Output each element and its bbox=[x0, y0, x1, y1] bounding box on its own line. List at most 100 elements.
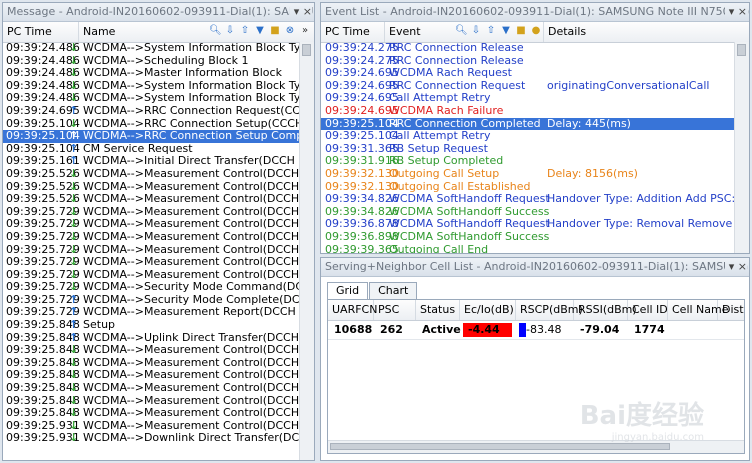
message-name: WCDMA-->Measurement Control(DCCH DL) bbox=[83, 255, 315, 269]
cell-hscroll-thumb[interactable] bbox=[330, 443, 670, 450]
event-panel-title: Event List - Android-IN20160602-093911-D… bbox=[321, 3, 749, 22]
event-details: Delay: 445(ms) bbox=[547, 116, 631, 130]
message-row[interactable]: 09:39:25.848 ↑ Setup bbox=[3, 318, 300, 332]
event-row[interactable]: 09:39:24.695 WCDMA Rach Request bbox=[321, 67, 735, 80]
message-scroll-thumb[interactable] bbox=[302, 44, 311, 56]
clear-icon[interactable]: ⊗ bbox=[284, 24, 296, 38]
event-details: Delay: 8156(ms) bbox=[547, 166, 638, 180]
lock-icon[interactable]: ■ bbox=[515, 24, 527, 38]
message-scrollbar[interactable] bbox=[299, 42, 314, 460]
event-time: 09:39:32.130 bbox=[325, 166, 399, 180]
col-cell-name[interactable]: Cell Name bbox=[668, 300, 729, 320]
message-row[interactable]: 09:39:25.729 ↓ WCDMA-->Measurement Control… bbox=[3, 229, 314, 244]
panel-menu-close-buttons[interactable]: ▾ × bbox=[289, 3, 312, 21]
event-panel: Event List - Android-IN20160602-093911-D… bbox=[320, 2, 750, 254]
downlink-arrow-icon: ↓ bbox=[69, 280, 79, 294]
event-row[interactable]: 09:39:25.104 Call Attempt Retry bbox=[321, 130, 735, 143]
cell-ecio: -4.44 bbox=[468, 323, 500, 336]
message-name: WCDMA-->Measurement Control(DCCH DL) bbox=[83, 166, 315, 180]
message-row[interactable]: 09:39:24.695 ↑ WCDMA-->RRC Connection Requ… bbox=[3, 103, 314, 118]
col-pc-time[interactable]: PC Time bbox=[3, 22, 79, 42]
col-ecio[interactable]: Ec/Io(dB) bbox=[460, 300, 516, 320]
downlink-arrow-icon: ↓ bbox=[69, 229, 79, 243]
message-list-header: PC Time Name 🔍︎ ⇩ ⇧ ▼ ■ ⊗ » bbox=[3, 22, 314, 43]
uplink-arrow-icon: ↑ bbox=[69, 103, 79, 117]
col-psc[interactable]: PSC bbox=[374, 300, 416, 320]
event-time: 09:39:25.104 bbox=[325, 129, 399, 143]
col-distance[interactable]: Dista bbox=[718, 300, 744, 320]
event-scroll-thumb[interactable] bbox=[737, 44, 746, 56]
more-icon[interactable]: » bbox=[299, 24, 311, 38]
message-name: WCDMA-->Security Mode Command(DCCH DL) bbox=[83, 280, 315, 294]
col-name[interactable]: Name bbox=[79, 22, 189, 42]
cell-rssi: -79.04 bbox=[580, 323, 620, 336]
message-row[interactable]: 09:39:25.526 ↓ WCDMA-->Measurement Control… bbox=[3, 192, 314, 206]
watermark-logo: Bai度经验 jingyan.baidu.com bbox=[580, 395, 704, 443]
event-scrollbar[interactable] bbox=[734, 42, 749, 253]
event-row[interactable]: 09:39:36.898 WCDMA SoftHandoff Success bbox=[321, 230, 735, 244]
message-row[interactable]: 09:39:25.526 ↓ WCDMA-->Measurement Control… bbox=[3, 167, 314, 181]
event-time: 09:39:39.365 bbox=[325, 242, 399, 254]
col-details[interactable]: Details bbox=[543, 22, 733, 42]
col-rssi[interactable]: RSSI(dBm) bbox=[574, 300, 637, 320]
col-rscp[interactable]: RSCP(dBm) bbox=[516, 300, 583, 320]
message-list: 09:39:24.486 ↓ WCDMA-->System Information … bbox=[3, 41, 314, 460]
search-icon[interactable]: 🔍︎ bbox=[209, 24, 222, 38]
message-row[interactable]: 09:39:25.729 ↓ WCDMA-->Measurement Control… bbox=[3, 255, 314, 269]
arrow-down-icon[interactable]: ⇩ bbox=[224, 24, 236, 38]
message-row[interactable]: 09:39:25.104 ↑ WCDMA-->RRC Connection Setu… bbox=[3, 129, 314, 143]
watermark-sub: jingyan.baidu.com bbox=[611, 432, 704, 443]
uplink-arrow-icon: ↑ bbox=[69, 129, 79, 143]
event-name: Outgoing Call End bbox=[389, 242, 489, 254]
message-row[interactable]: 09:39:24.486 ↓ WCDMA-->Master Information … bbox=[3, 67, 300, 80]
col-uarfcn[interactable]: UARFCN bbox=[328, 300, 377, 320]
event-row[interactable]: 09:39:24.275 RRC Connection Release bbox=[321, 41, 735, 55]
message-name: WCDMA-->System Information Block Type 19 bbox=[83, 41, 315, 54]
message-name: WCDMA-->RRC Connection Setup Complete (D… bbox=[83, 129, 314, 143]
message-row[interactable]: 09:39:25.848 ↓ WCDMA-->Measurement Control… bbox=[3, 344, 314, 357]
message-row[interactable]: 09:39:25.931 ↓ WCDMA-->Downlink Direct Tra… bbox=[3, 432, 314, 445]
arrow-up-icon[interactable]: ⇧ bbox=[485, 24, 497, 38]
col-status[interactable]: Status bbox=[416, 300, 460, 320]
search-icon[interactable]: 🔍︎ bbox=[455, 24, 468, 38]
message-panel: Message - Android-IN20160602-093911-Dial… bbox=[2, 2, 315, 461]
cell-panel: Serving+Neighbor Cell List - Android-IN2… bbox=[320, 257, 750, 461]
event-name: WCDMA Rach Failure bbox=[389, 103, 504, 117]
arrow-up-icon[interactable]: ⇧ bbox=[239, 24, 251, 38]
cell-rscp: -83.48 bbox=[526, 323, 562, 336]
tab-grid[interactable]: Grid bbox=[327, 282, 369, 300]
event-row[interactable]: 09:39:34.826 WCDMA SoftHandoff Request Han… bbox=[321, 193, 749, 206]
event-panel-title-text: Event List - Android-IN20160602-093911-D… bbox=[325, 5, 749, 18]
cell-panel-title: Serving+Neighbor Cell List - Android-IN2… bbox=[321, 258, 749, 277]
panel-menu-close-buttons[interactable]: ▾ × bbox=[724, 3, 747, 21]
alert-icon[interactable]: ● bbox=[530, 24, 542, 38]
cell-panel-title-text: Serving+Neighbor Cell List - Android-IN2… bbox=[325, 260, 749, 273]
message-name: Setup bbox=[83, 318, 116, 332]
cell-row[interactable]: 10688 262 Active -4.44 -83.48 -79.04 177… bbox=[328, 321, 744, 340]
arrow-down-icon[interactable]: ⇩ bbox=[470, 24, 482, 38]
message-row[interactable]: 09:39:25.848 ↓ WCDMA-->Measurement Control… bbox=[3, 381, 314, 395]
downlink-arrow-icon: ↓ bbox=[69, 192, 79, 206]
filter-icon[interactable]: ▼ bbox=[254, 24, 266, 38]
tab-chart[interactable]: Chart bbox=[369, 282, 418, 299]
message-row[interactable]: 09:39:25.729 ↓ WCDMA-->Security Mode Comma… bbox=[3, 280, 314, 294]
message-panel-title-text: Message - Android-IN20160602-093911-Dial… bbox=[7, 5, 314, 18]
message-row[interactable]: 09:39:24.486 ↓ WCDMA-->System Information … bbox=[3, 41, 314, 55]
event-row[interactable]: 09:39:24.695 WCDMA Rach Failure bbox=[321, 103, 735, 118]
cell-tabs: Grid Chart bbox=[327, 282, 418, 300]
event-row[interactable]: 09:39:32.130 Outgoing Call Setup Delay: 81… bbox=[321, 166, 735, 181]
event-row[interactable]: 09:39:39.365 Outgoing Call End bbox=[321, 242, 735, 254]
message-row[interactable]: 09:39:25.848 ↓ WCDMA-->Measurement Control… bbox=[3, 407, 314, 420]
event-details: Handover Type: Removal Remove PSC: 90 bbox=[547, 217, 749, 231]
event-name: RRC Connection Release bbox=[389, 41, 524, 54]
event-list-header: PC Time Event 🔍︎ ⇩ ⇧ ▼ ■ ● Details bbox=[321, 22, 749, 43]
event-time: 09:39:24.695 bbox=[325, 103, 399, 117]
col-pc-time[interactable]: PC Time bbox=[321, 22, 385, 42]
event-toolbar: 🔍︎ ⇩ ⇧ ▼ ■ ● bbox=[455, 24, 542, 38]
filter-icon[interactable]: ▼ bbox=[500, 24, 512, 38]
col-cell-id[interactable]: Cell ID bbox=[628, 300, 668, 320]
col-event[interactable]: Event bbox=[385, 22, 455, 42]
downlink-arrow-icon: ↓ bbox=[69, 381, 79, 395]
panel-menu-close-buttons[interactable]: ▾ × bbox=[724, 258, 747, 276]
lock-icon[interactable]: ■ bbox=[269, 24, 281, 38]
